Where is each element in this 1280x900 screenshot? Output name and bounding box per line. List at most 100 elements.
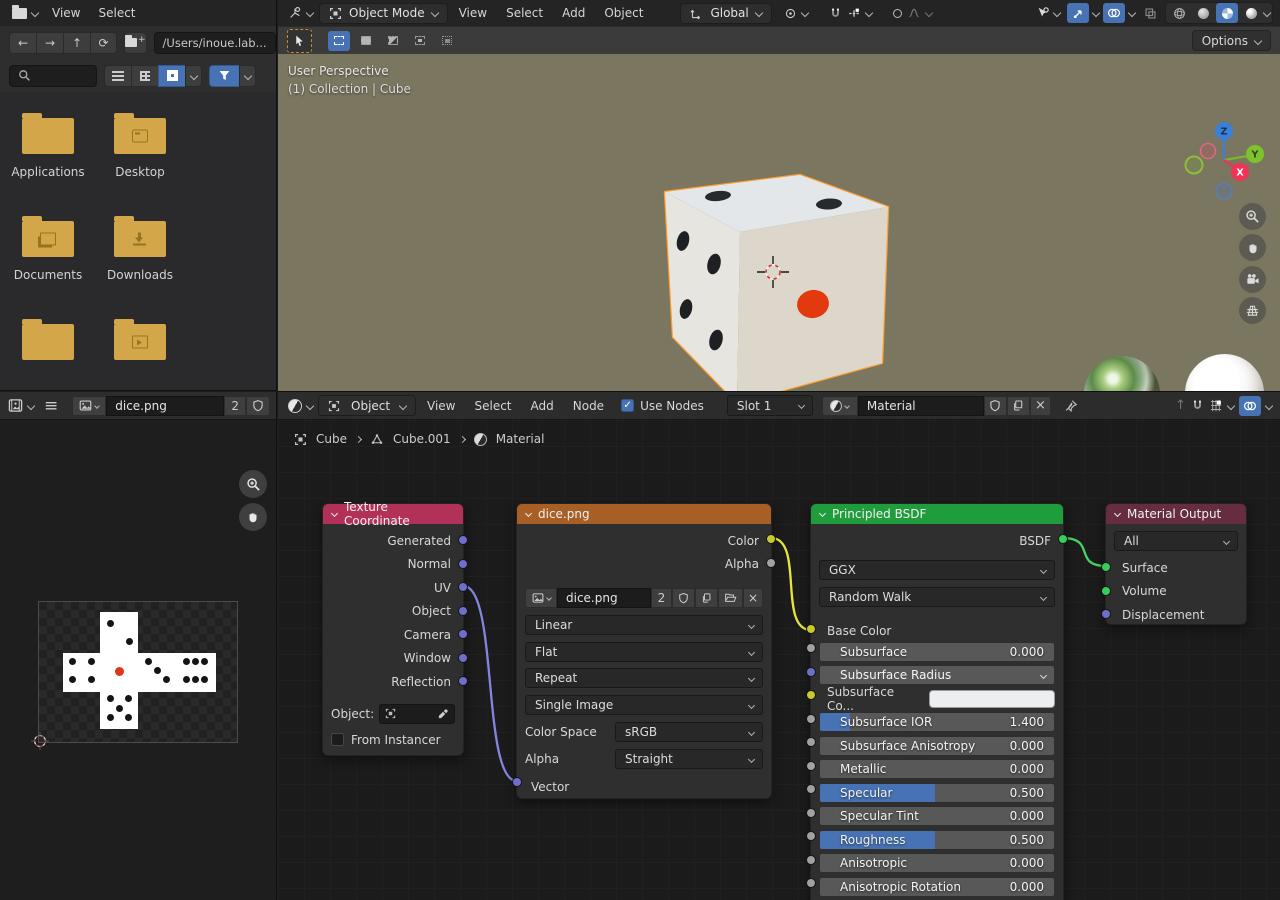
- color-space-dropdown[interactable]: sRGB: [615, 722, 763, 742]
- node-principled-bsdf[interactable]: Principled BSDF BSDF GGX Random Walk Bas…: [810, 503, 1064, 900]
- list-item[interactable]: Desktop: [94, 118, 186, 221]
- subsurface-anisotropy-slider[interactable]: Subsurface Anisotropy 0.000: [819, 736, 1055, 756]
- menu-view[interactable]: View: [44, 6, 88, 20]
- menu-select[interactable]: Select: [90, 6, 143, 20]
- socket-subsurface-color[interactable]: [806, 690, 816, 700]
- proportional-editing-controls[interactable]: [884, 3, 941, 24]
- distribution-dropdown[interactable]: GGX: [819, 560, 1055, 580]
- menu-view[interactable]: View: [419, 399, 463, 413]
- duplicate-image-button[interactable]: [695, 588, 718, 608]
- menu-add[interactable]: Add: [523, 399, 562, 413]
- menu-node[interactable]: Node: [565, 399, 612, 413]
- browse-material-button[interactable]: [822, 396, 858, 416]
- socket-vector[interactable]: [512, 777, 522, 787]
- display-list-vertical-button[interactable]: [104, 65, 131, 87]
- socket-subsurface-radius[interactable]: [806, 667, 816, 677]
- socket-generated[interactable]: [458, 535, 468, 545]
- shading-material-preview-button[interactable]: [1216, 3, 1238, 23]
- visibility-dropdown[interactable]: [1033, 3, 1063, 24]
- subsurface-slider[interactable]: Subsurface 0.000: [819, 642, 1055, 662]
- socket-subsurface-ior[interactable]: [806, 714, 816, 724]
- tool-options-button[interactable]: Options: [1192, 30, 1271, 51]
- interpolation-dropdown[interactable]: Linear: [525, 615, 763, 635]
- display-size-dropdown[interactable]: [185, 65, 202, 87]
- shader-type-dropdown[interactable]: Object: [318, 395, 416, 416]
- socket-color[interactable]: [766, 534, 776, 544]
- metallic-slider[interactable]: Metallic 0.000: [819, 759, 1055, 779]
- editor-type-selector[interactable]: [285, 3, 316, 24]
- snap-controls[interactable]: [820, 3, 881, 24]
- socket-camera[interactable]: [458, 629, 468, 639]
- menu-view[interactable]: View: [451, 6, 495, 20]
- socket-subsurface[interactable]: [806, 643, 816, 653]
- pivot-point-dropdown[interactable]: [775, 3, 817, 24]
- object-picker-field[interactable]: [379, 704, 455, 724]
- fake-user-button[interactable]: [984, 396, 1007, 416]
- file-list[interactable]: Applications Desktop Documents Downloads: [0, 92, 276, 391]
- menu-icon[interactable]: ≡: [42, 396, 60, 416]
- node-texture-coordinate[interactable]: Texture Coordinate Generated Normal UV O…: [322, 503, 464, 756]
- fake-user-button[interactable]: [246, 396, 270, 416]
- select-invert-button[interactable]: [409, 31, 431, 51]
- specular-slider[interactable]: Specular 0.500: [819, 783, 1055, 803]
- menu-select[interactable]: Select: [466, 399, 519, 413]
- target-dropdown[interactable]: All: [1114, 531, 1238, 551]
- unlink-material-button[interactable]: ×: [1030, 396, 1051, 416]
- open-image-button[interactable]: [718, 588, 743, 608]
- socket-anisotropic[interactable]: [806, 855, 816, 865]
- refresh-button[interactable]: ⟳: [90, 32, 117, 54]
- node-header[interactable]: Principled BSDF: [811, 504, 1063, 524]
- socket-specular[interactable]: [806, 784, 816, 794]
- select-intersect-button[interactable]: [436, 31, 458, 51]
- zoom-button[interactable]: [239, 470, 267, 498]
- socket-bsdf-output[interactable]: [1058, 534, 1068, 544]
- socket-normal[interactable]: [458, 559, 468, 569]
- socket-displacement[interactable]: [1101, 609, 1111, 619]
- duplicate-material-button[interactable]: [1007, 396, 1030, 416]
- gizmos-toggle[interactable]: [1067, 3, 1089, 23]
- pan-button[interactable]: [1239, 234, 1266, 261]
- snap-target-icon[interactable]: [1209, 399, 1223, 412]
- shading-solid-button[interactable]: [1192, 3, 1214, 23]
- socket-window[interactable]: [458, 653, 468, 663]
- search-input[interactable]: [9, 65, 97, 87]
- magnet-icon[interactable]: [1191, 399, 1204, 412]
- breadcrumb-material[interactable]: Material: [496, 432, 545, 446]
- socket-object[interactable]: [458, 606, 468, 616]
- shading-wireframe-button[interactable]: [1168, 3, 1190, 23]
- camera-view-button[interactable]: [1239, 266, 1266, 293]
- forward-button[interactable]: →: [36, 32, 63, 54]
- browse-image-button[interactable]: [525, 588, 557, 608]
- mode-dropdown[interactable]: Object Mode: [319, 3, 448, 24]
- socket-roughness[interactable]: [806, 831, 816, 841]
- zoom-button[interactable]: [1239, 203, 1266, 230]
- select-extend-button[interactable]: [355, 31, 377, 51]
- material-slot-dropdown[interactable]: Slot 1: [727, 395, 813, 416]
- filter-settings-dropdown[interactable]: [239, 65, 256, 87]
- menu-select[interactable]: Select: [498, 6, 551, 20]
- specular-tint-slider[interactable]: Specular Tint 0.000: [819, 806, 1055, 826]
- use-nodes-checkbox[interactable]: ✓ Use Nodes: [621, 399, 704, 413]
- list-item[interactable]: Documents: [2, 221, 94, 324]
- socket-reflection[interactable]: [458, 676, 468, 686]
- viewport-canvas[interactable]: User Perspective (1) Collection | Cube: [278, 54, 1280, 391]
- node-material-output[interactable]: Material Output All Surface Volume Displ…: [1105, 503, 1247, 625]
- select-box-new-button[interactable]: [328, 31, 350, 51]
- anisotropic-rotation-slider[interactable]: Anisotropic Rotation 0.000: [819, 877, 1055, 897]
- go-parent-node-tree-icon[interactable]: ↑: [1175, 398, 1186, 413]
- users-count-badge[interactable]: 2: [651, 588, 672, 608]
- list-item[interactable]: [94, 324, 186, 391]
- anisotropic-slider[interactable]: Anisotropic 0.000: [819, 853, 1055, 873]
- display-list-horizontal-button[interactable]: [131, 65, 158, 87]
- from-instancer-row[interactable]: From Instancer: [331, 733, 455, 747]
- create-directory-button[interactable]: +: [124, 32, 147, 54]
- overlays-toggle[interactable]: [1239, 396, 1261, 416]
- material-name-field[interactable]: Material: [858, 396, 984, 416]
- image-name-field[interactable]: dice.png: [106, 396, 224, 416]
- projection-dropdown[interactable]: Flat: [525, 642, 763, 662]
- directory-path-field[interactable]: /Users/inoue.lab...: [154, 32, 276, 54]
- breadcrumb-object[interactable]: Cube: [316, 432, 347, 446]
- node-header[interactable]: Texture Coordinate: [323, 504, 463, 524]
- list-item[interactable]: Downloads: [94, 221, 186, 324]
- display-thumbnails-button[interactable]: [158, 65, 185, 87]
